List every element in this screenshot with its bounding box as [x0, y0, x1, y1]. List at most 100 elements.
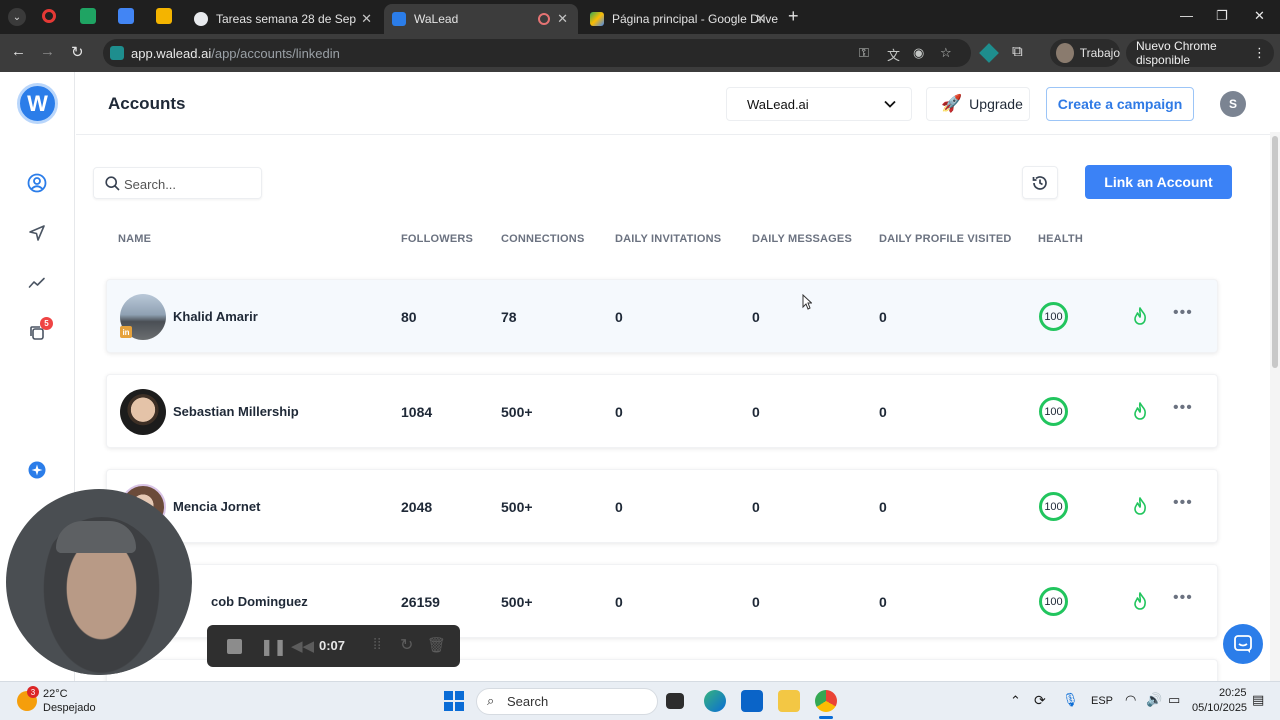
pinned-tab-record-icon[interactable]	[42, 9, 56, 23]
view-icon[interactable]: ◉	[913, 45, 924, 61]
health-score: 100	[1039, 397, 1068, 426]
minimize-icon[interactable]: —	[1180, 8, 1193, 23]
webcam-cap	[56, 521, 136, 553]
account-name[interactable]: Khalid Amarir	[173, 309, 258, 324]
kebab-menu-icon[interactable]: ⋮	[1253, 45, 1266, 61]
flame-icon[interactable]	[1133, 592, 1147, 610]
account-name[interactable]: cob Dominguez	[211, 594, 308, 609]
column-header-connections: CONNECTIONS	[501, 233, 585, 245]
more-options-icon[interactable]: •••	[1173, 494, 1193, 512]
stop-recording-icon[interactable]	[227, 639, 242, 654]
upgrade-label: Upgrade	[969, 96, 1023, 112]
profile-button[interactable]: Trabajo	[1050, 39, 1120, 67]
sidebar-item-analytics[interactable]	[25, 271, 49, 295]
translate-icon[interactable]: 文	[887, 45, 900, 64]
task-view-icon[interactable]	[666, 693, 684, 709]
rewind-icon[interactable]: ◀◀	[291, 637, 314, 655]
profile-avatar	[1056, 43, 1074, 63]
pinned-tab-docs-icon[interactable]	[118, 8, 134, 24]
windows-start-icon[interactable]	[444, 691, 464, 711]
more-options-icon[interactable]: •••	[1173, 589, 1193, 607]
grid-icon[interactable]: ⁞⁞	[373, 636, 381, 653]
column-header-daily-invitations: DAILY INVITATIONS	[615, 233, 722, 245]
account-name[interactable]: Sebastian Millership	[173, 404, 299, 419]
back-icon[interactable]: ←	[11, 43, 26, 60]
tab-close-icon[interactable]: ✕	[557, 11, 568, 27]
history-button[interactable]	[1022, 166, 1058, 199]
bookmark-star-icon[interactable]: ☆	[940, 45, 952, 61]
account-row[interactable]: Sebastian Millership 1084 500+ 0 0 0 100…	[106, 374, 1218, 448]
reload-icon[interactable]: ↻	[71, 43, 84, 61]
edge-icon[interactable]	[704, 690, 726, 712]
search-input[interactable]	[124, 174, 254, 194]
extensions-puzzle-icon[interactable]: ⧉	[1012, 43, 1023, 60]
flame-icon[interactable]	[1133, 402, 1147, 420]
account-name[interactable]: Mencia Jornet	[173, 499, 260, 514]
volume-icon[interactable]: 🔊	[1146, 692, 1162, 708]
more-options-icon[interactable]: •••	[1173, 399, 1193, 417]
microphone-icon[interactable]: 🎙	[1062, 692, 1079, 708]
health-score: 100	[1039, 302, 1068, 331]
window-close-icon[interactable]: ✕	[1254, 8, 1265, 24]
daily-profile-visited-value: 0	[879, 309, 887, 325]
tab-walead[interactable]: WaLead ✕	[384, 4, 578, 34]
tab-google-drive[interactable]: Página principal - Google Drive ✕	[582, 4, 778, 34]
more-options-icon[interactable]: •••	[1173, 304, 1193, 322]
notifications-icon[interactable]: ▤	[1252, 692, 1264, 708]
language-indicator[interactable]: ESP	[1091, 695, 1113, 707]
tab-search-button[interactable]: ⌄	[8, 8, 26, 26]
pinned-tab-sheets-icon[interactable]	[80, 8, 96, 24]
pinned-tab-app-icon[interactable]	[156, 8, 172, 24]
workspace-select[interactable]: WaLead.ai	[726, 87, 912, 121]
delete-icon[interactable]: 🗑	[427, 636, 446, 654]
flame-icon[interactable]	[1133, 497, 1147, 515]
weather-widget[interactable]: 3 22°C Despejado	[17, 686, 107, 717]
wifi-icon[interactable]: ◠	[1125, 692, 1136, 708]
tray-chevron-icon[interactable]: ⌃	[1010, 693, 1021, 709]
new-tab-button[interactable]: +	[788, 6, 799, 27]
sidebar-item-accounts[interactable]	[25, 171, 49, 195]
daily-messages-value: 0	[752, 404, 760, 420]
link-account-button[interactable]: Link an Account	[1085, 165, 1232, 199]
tab-tareas[interactable]: Tareas semana 28 de Septiemb ✕	[186, 4, 382, 34]
password-key-icon[interactable]: ⚿	[859, 45, 869, 61]
account-row[interactable]: Mencia Jornet 2048 500+ 0 0 0 100 •••	[106, 469, 1218, 543]
upgrade-button[interactable]: 🚀 Upgrade	[926, 87, 1030, 121]
user-avatar[interactable]: S	[1220, 91, 1246, 117]
pause-icon[interactable]: ❚❚	[260, 637, 287, 657]
address-bar[interactable]: app.walead.ai/app/accounts/linkedin ⚿ 文 …	[103, 39, 971, 67]
page-scrollbar[interactable]	[1270, 132, 1280, 681]
connections-value: 78	[501, 309, 517, 325]
logo-letter: W	[27, 90, 48, 116]
clock-time[interactable]: 20:25	[1219, 687, 1247, 699]
column-header-daily-messages: DAILY MESSAGES	[752, 233, 852, 245]
flame-icon[interactable]	[1133, 307, 1147, 325]
tab-close-icon[interactable]: ✕	[755, 11, 766, 27]
sync-icon[interactable]: ⟳	[1034, 692, 1046, 709]
account-row[interactable]: in Khalid Amarir 80 78 0 0 0 100 •••	[106, 279, 1218, 353]
file-explorer-icon[interactable]	[778, 690, 800, 712]
sidebar-item-ai-assistant[interactable]	[25, 458, 49, 482]
site-info-icon[interactable]	[110, 46, 124, 60]
forward-icon[interactable]: →	[40, 43, 55, 60]
account-avatar	[120, 389, 166, 435]
chrome-update-button[interactable]: Nuevo Chrome disponible ⋮	[1126, 39, 1274, 67]
clock-date[interactable]: 05/10/2025	[1192, 702, 1247, 714]
battery-icon[interactable]: ▭	[1168, 692, 1180, 708]
taskbar-search[interactable]: ⌕ Search	[476, 688, 658, 715]
sidebar-item-campaigns[interactable]	[25, 221, 49, 245]
chrome-icon[interactable]	[815, 690, 837, 712]
outlook-icon[interactable]	[741, 690, 763, 712]
workspace-name: WaLead.ai	[747, 96, 809, 112]
webcam-bubble[interactable]	[6, 489, 192, 675]
extension-icon[interactable]	[979, 43, 999, 63]
restart-icon[interactable]: ↻	[400, 635, 413, 655]
walead-logo[interactable]: W	[17, 83, 58, 124]
create-campaign-button[interactable]: Create a campaign	[1046, 87, 1194, 121]
scrollbar-thumb[interactable]	[1272, 136, 1278, 368]
search-field[interactable]	[93, 167, 262, 199]
tab-close-icon[interactable]: ✕	[361, 11, 372, 27]
taskbar-search-label: Search	[507, 694, 549, 709]
maximize-icon[interactable]: ❐	[1216, 8, 1228, 24]
support-chat-button[interactable]	[1223, 624, 1263, 664]
